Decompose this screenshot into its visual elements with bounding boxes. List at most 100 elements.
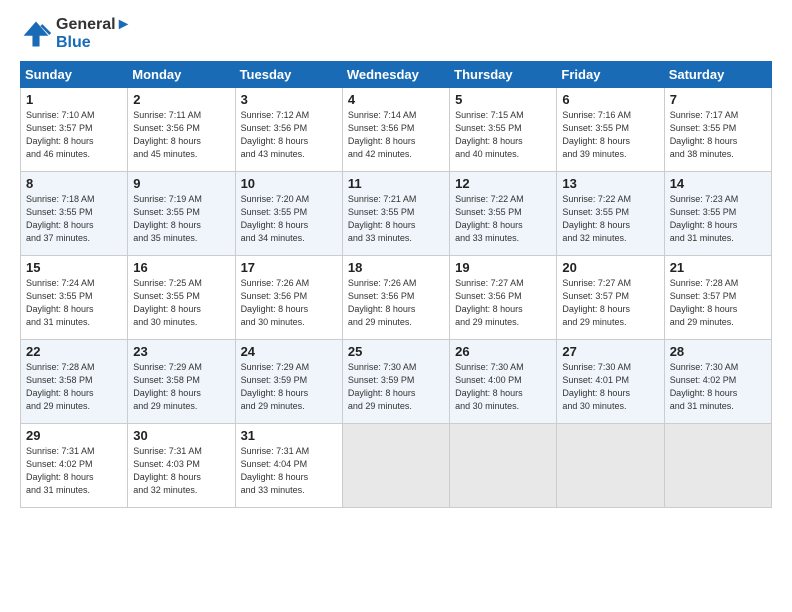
day-info: Sunrise: 7:19 AM Sunset: 3:55 PM Dayligh… bbox=[133, 193, 229, 245]
day-number: 21 bbox=[670, 260, 766, 275]
table-row: 5Sunrise: 7:15 AM Sunset: 3:55 PM Daylig… bbox=[450, 87, 557, 171]
day-info: Sunrise: 7:25 AM Sunset: 3:55 PM Dayligh… bbox=[133, 277, 229, 329]
day-info: Sunrise: 7:17 AM Sunset: 3:55 PM Dayligh… bbox=[670, 109, 766, 161]
day-number: 30 bbox=[133, 428, 229, 443]
col-tuesday: Tuesday bbox=[235, 61, 342, 87]
table-row: 26 Sunrise: 7:30 AM Sunset: 4:00 PM Dayli… bbox=[450, 339, 557, 423]
day-number: 10 bbox=[241, 176, 337, 191]
calendar-week-row: 29 Sunrise: 7:31 AM Sunset: 4:02 PM Dayli… bbox=[21, 423, 772, 507]
table-row bbox=[342, 423, 449, 507]
page: General► Blue Sunday Monday Tuesday Wedn… bbox=[0, 0, 792, 612]
day-info: Sunrise: 7:31 AM Sunset: 4:03 PM Dayligh… bbox=[133, 445, 229, 497]
calendar-week-row: 15 Sunrise: 7:24 AM Sunset: 3:55 PM Dayli… bbox=[21, 255, 772, 339]
table-row: 15 Sunrise: 7:24 AM Sunset: 3:55 PM Dayli… bbox=[21, 255, 128, 339]
day-number: 23 bbox=[133, 344, 229, 359]
day-number: 15 bbox=[26, 260, 122, 275]
table-row: 22 Sunrise: 7:28 AM Sunset: 3:58 PM Dayli… bbox=[21, 339, 128, 423]
day-number: 9 bbox=[133, 176, 229, 191]
day-info: Sunrise: 7:29 AM Sunset: 3:58 PM Dayligh… bbox=[133, 361, 229, 413]
day-info: Sunrise: 7:28 AM Sunset: 3:57 PM Dayligh… bbox=[670, 277, 766, 329]
table-row: 20 Sunrise: 7:27 AM Sunset: 3:57 PM Dayli… bbox=[557, 255, 664, 339]
day-number: 2 bbox=[133, 92, 229, 107]
table-row: 2 Sunrise: 7:11 AM Sunset: 3:56 PM Daylig… bbox=[128, 87, 235, 171]
table-row: 28Sunrise: 7:30 AM Sunset: 4:02 PM Dayli… bbox=[664, 339, 771, 423]
day-info: Sunrise: 7:11 AM Sunset: 3:56 PM Dayligh… bbox=[133, 109, 229, 161]
day-info: Sunrise: 7:20 AM Sunset: 3:55 PM Dayligh… bbox=[241, 193, 337, 245]
table-row: 31Sunrise: 7:31 AM Sunset: 4:04 PM Dayli… bbox=[235, 423, 342, 507]
col-sunday: Sunday bbox=[21, 61, 128, 87]
day-info: Sunrise: 7:28 AM Sunset: 3:58 PM Dayligh… bbox=[26, 361, 122, 413]
day-info: Sunrise: 7:23 AM Sunset: 3:55 PM Dayligh… bbox=[670, 193, 766, 245]
day-info: Sunrise: 7:31 AM Sunset: 4:04 PM Dayligh… bbox=[241, 445, 337, 497]
day-number: 27 bbox=[562, 344, 658, 359]
table-row: 14 Sunrise: 7:23 AM Sunset: 3:55 PM Dayli… bbox=[664, 171, 771, 255]
col-wednesday: Wednesday bbox=[342, 61, 449, 87]
day-number: 22 bbox=[26, 344, 122, 359]
day-info: Sunrise: 7:27 AM Sunset: 3:57 PM Dayligh… bbox=[562, 277, 658, 329]
table-row: 12Sunrise: 7:22 AM Sunset: 3:55 PM Dayli… bbox=[450, 171, 557, 255]
day-info: Sunrise: 7:10 AM Sunset: 3:57 PM Dayligh… bbox=[26, 109, 122, 161]
day-number: 26 bbox=[455, 344, 551, 359]
table-row bbox=[664, 423, 771, 507]
table-row: 10 Sunrise: 7:20 AM Sunset: 3:55 PM Dayli… bbox=[235, 171, 342, 255]
day-info: Sunrise: 7:16 AM Sunset: 3:55 PM Dayligh… bbox=[562, 109, 658, 161]
table-row bbox=[557, 423, 664, 507]
table-row: 6 Sunrise: 7:16 AM Sunset: 3:55 PM Daylig… bbox=[557, 87, 664, 171]
day-info: Sunrise: 7:29 AM Sunset: 3:59 PM Dayligh… bbox=[241, 361, 337, 413]
day-info: Sunrise: 7:21 AM Sunset: 3:55 PM Dayligh… bbox=[348, 193, 444, 245]
col-thursday: Thursday bbox=[450, 61, 557, 87]
table-row: 4 Sunrise: 7:14 AM Sunset: 3:56 PM Daylig… bbox=[342, 87, 449, 171]
day-info: Sunrise: 7:12 AM Sunset: 3:56 PM Dayligh… bbox=[241, 109, 337, 161]
calendar-header-row: Sunday Monday Tuesday Wednesday Thursday… bbox=[21, 61, 772, 87]
calendar-week-row: 8 Sunrise: 7:18 AM Sunset: 3:55 PM Daylig… bbox=[21, 171, 772, 255]
calendar-table: Sunday Monday Tuesday Wednesday Thursday… bbox=[20, 61, 772, 508]
day-info: Sunrise: 7:26 AM Sunset: 3:56 PM Dayligh… bbox=[348, 277, 444, 329]
day-info: Sunrise: 7:30 AM Sunset: 4:01 PM Dayligh… bbox=[562, 361, 658, 413]
col-friday: Friday bbox=[557, 61, 664, 87]
day-number: 14 bbox=[670, 176, 766, 191]
calendar-week-row: 1 Sunrise: 7:10 AM Sunset: 3:57 PM Daylig… bbox=[21, 87, 772, 171]
day-number: 29 bbox=[26, 428, 122, 443]
col-monday: Monday bbox=[128, 61, 235, 87]
table-row: 29 Sunrise: 7:31 AM Sunset: 4:02 PM Dayli… bbox=[21, 423, 128, 507]
day-number: 4 bbox=[348, 92, 444, 107]
day-info: Sunrise: 7:31 AM Sunset: 4:02 PM Dayligh… bbox=[26, 445, 122, 497]
table-row: 1 Sunrise: 7:10 AM Sunset: 3:57 PM Daylig… bbox=[21, 87, 128, 171]
day-number: 17 bbox=[241, 260, 337, 275]
table-row: 25Sunrise: 7:30 AM Sunset: 3:59 PM Dayli… bbox=[342, 339, 449, 423]
day-number: 7 bbox=[670, 92, 766, 107]
day-number: 12 bbox=[455, 176, 551, 191]
table-row: 8 Sunrise: 7:18 AM Sunset: 3:55 PM Daylig… bbox=[21, 171, 128, 255]
table-row: 24 Sunrise: 7:29 AM Sunset: 3:59 PM Dayli… bbox=[235, 339, 342, 423]
logo-text: General► Blue bbox=[56, 16, 131, 53]
day-info: Sunrise: 7:30 AM Sunset: 4:00 PM Dayligh… bbox=[455, 361, 551, 413]
day-number: 24 bbox=[241, 344, 337, 359]
table-row: 11 Sunrise: 7:21 AM Sunset: 3:55 PM Dayli… bbox=[342, 171, 449, 255]
day-info: Sunrise: 7:26 AM Sunset: 3:56 PM Dayligh… bbox=[241, 277, 337, 329]
day-info: Sunrise: 7:18 AM Sunset: 3:55 PM Dayligh… bbox=[26, 193, 122, 245]
table-row: 27 Sunrise: 7:30 AM Sunset: 4:01 PM Dayli… bbox=[557, 339, 664, 423]
day-number: 5 bbox=[455, 92, 551, 107]
col-saturday: Saturday bbox=[664, 61, 771, 87]
day-number: 11 bbox=[348, 176, 444, 191]
day-number: 20 bbox=[562, 260, 658, 275]
day-info: Sunrise: 7:14 AM Sunset: 3:56 PM Dayligh… bbox=[348, 109, 444, 161]
logo: General► Blue bbox=[20, 16, 131, 53]
day-number: 19 bbox=[455, 260, 551, 275]
table-row: 16 Sunrise: 7:25 AM Sunset: 3:55 PM Dayli… bbox=[128, 255, 235, 339]
table-row: 23 Sunrise: 7:29 AM Sunset: 3:58 PM Dayli… bbox=[128, 339, 235, 423]
table-row: 30 Sunrise: 7:31 AM Sunset: 4:03 PM Dayli… bbox=[128, 423, 235, 507]
day-number: 1 bbox=[26, 92, 122, 107]
table-row: 7 Sunrise: 7:17 AM Sunset: 3:55 PM Daylig… bbox=[664, 87, 771, 171]
header: General► Blue bbox=[20, 16, 772, 53]
day-number: 13 bbox=[562, 176, 658, 191]
day-info: Sunrise: 7:24 AM Sunset: 3:55 PM Dayligh… bbox=[26, 277, 122, 329]
logo-icon bbox=[20, 18, 52, 50]
day-number: 6 bbox=[562, 92, 658, 107]
calendar-week-row: 22 Sunrise: 7:28 AM Sunset: 3:58 PM Dayli… bbox=[21, 339, 772, 423]
day-number: 18 bbox=[348, 260, 444, 275]
day-number: 8 bbox=[26, 176, 122, 191]
day-number: 16 bbox=[133, 260, 229, 275]
table-row: 21 Sunrise: 7:28 AM Sunset: 3:57 PM Dayli… bbox=[664, 255, 771, 339]
day-info: Sunrise: 7:27 AM Sunset: 3:56 PM Dayligh… bbox=[455, 277, 551, 329]
